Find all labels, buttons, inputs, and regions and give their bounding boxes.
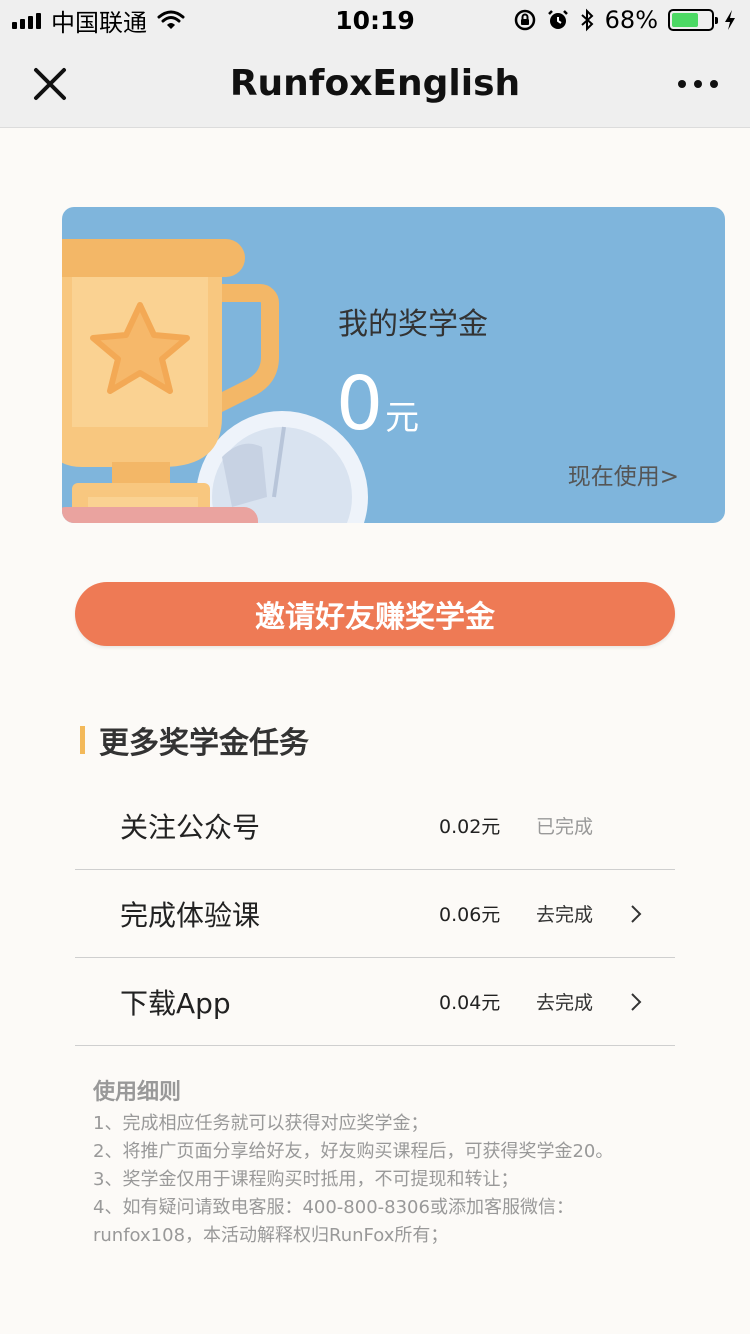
alarm-icon	[547, 10, 568, 29]
battery-icon	[668, 9, 718, 31]
task-name: 下载App	[120, 986, 231, 1020]
chevron-right-icon[interactable]	[629, 904, 643, 924]
use-now-link[interactable]: 现在使用>	[568, 457, 679, 491]
status-bar-left: 中国联通	[12, 3, 185, 38]
battery-percent: 68%	[604, 6, 658, 34]
task-action-link[interactable]: 去完成	[536, 900, 593, 927]
more-icon[interactable]	[678, 72, 720, 96]
wifi-icon	[157, 10, 185, 29]
close-icon[interactable]	[30, 64, 70, 104]
task-reward: 0.04元	[439, 992, 501, 1014]
task-row[interactable]: 完成体验课 0.06元 去完成	[75, 870, 675, 958]
task-list: 关注公众号 0.02元 已完成 完成体验课 0.06元 去完成 下载App 0.…	[75, 782, 675, 1046]
task-reward: 0.02元	[439, 816, 501, 838]
rule-item: 2、将推广页面分享给好友，好友购买课程后，可获得奖学金20。	[93, 1141, 614, 1162]
amount-unit: 元	[385, 398, 420, 438]
status-bar-right: 68%	[513, 6, 736, 34]
nav-bar: RunfoxEnglish	[0, 40, 750, 128]
usage-rules: 使用细则 1、完成相应任务就可以获得对应奖学金； 2、将推广页面分享给好友，好友…	[93, 1074, 673, 1250]
section-title: 更多奖学金任务	[80, 722, 309, 761]
rule-item: 4、如有疑问请致电客服：400-800-8306或添加客服微信：runfox10…	[93, 1197, 574, 1246]
rule-item: 3、奖学金仅用于课程购买时抵用，不可提现和转让；	[93, 1169, 519, 1190]
section-accent-bar	[80, 726, 85, 754]
chevron-right-icon[interactable]	[629, 992, 643, 1012]
task-name: 完成体验课	[120, 898, 261, 932]
orientation-lock-icon	[514, 9, 535, 31]
invite-friends-button[interactable]: 邀请好友赚奖学金	[75, 582, 675, 646]
task-name: 关注公众号	[120, 810, 261, 844]
task-action-link[interactable]: 去完成	[536, 988, 593, 1015]
scholarship-card: 我的奖学金 0 元 现在使用>	[62, 207, 725, 523]
status-bar: 中国联通 10:19 68%	[0, 0, 750, 40]
task-reward: 0.06元	[439, 904, 501, 926]
section-title-text: 更多奖学金任务	[99, 726, 309, 761]
task-row[interactable]: 下载App 0.04元 去完成	[75, 958, 675, 1046]
charging-icon	[725, 10, 735, 30]
card-title: 我的奖学金	[338, 307, 488, 342]
amount-value: 0	[336, 361, 384, 447]
page-title: RunfoxEnglish	[229, 63, 521, 104]
task-status: 已完成	[536, 816, 594, 838]
rule-item: 1、完成相应任务就可以获得对应奖学金；	[93, 1113, 429, 1134]
scholarship-amount: 0 元	[336, 367, 419, 441]
carrier-label: 中国联通	[51, 8, 147, 37]
bluetooth-icon	[580, 8, 594, 32]
rules-title: 使用细则	[93, 1080, 182, 1105]
task-row: 关注公众号 0.02元 已完成	[75, 782, 675, 870]
signal-icon	[12, 11, 41, 29]
